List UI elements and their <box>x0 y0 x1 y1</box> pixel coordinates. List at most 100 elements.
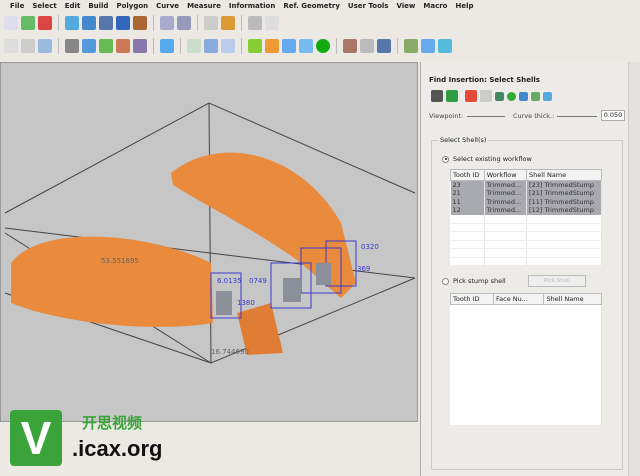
viewpoint-slider[interactable] <box>467 116 505 117</box>
import-icon[interactable] <box>21 16 35 30</box>
separator <box>58 15 59 31</box>
tooth-icon[interactable] <box>343 39 357 53</box>
print-icon[interactable] <box>177 16 191 30</box>
menu-ref-geometry[interactable]: Ref. Geometry <box>283 2 340 11</box>
grid-icon[interactable] <box>377 39 391 53</box>
menu-user-tools[interactable]: User Tools <box>348 2 389 11</box>
menu-edit[interactable]: Edit <box>65 2 81 11</box>
radio-dot <box>442 277 449 285</box>
settings-icon[interactable] <box>543 91 552 101</box>
menu-curve[interactable]: Curve <box>156 2 179 11</box>
undo-icon[interactable] <box>480 90 492 102</box>
table-cell: [21] TrimmedStump <box>526 189 602 198</box>
menu-information[interactable]: Information <box>229 2 275 11</box>
light2-icon[interactable] <box>133 39 147 53</box>
table-cell: [12] TrimmedStump <box>526 206 602 215</box>
undo-icon[interactable] <box>204 16 218 30</box>
table-row[interactable]: 23 Trimmed... [23] TrimmedStump <box>450 180 602 189</box>
column-header[interactable]: Tooth ID <box>450 293 494 305</box>
report-icon[interactable] <box>133 16 147 30</box>
menu-file[interactable]: File <box>10 2 24 11</box>
panel-scrollbar[interactable] <box>628 62 640 476</box>
3d-viewport[interactable]: 53.551695 16.744690 6.0135 0749 1380 032… <box>0 62 418 422</box>
radio-label: Select existing workflow <box>453 155 532 163</box>
sphere-icon[interactable] <box>316 39 330 53</box>
table-cell: Trimmed... <box>484 197 528 206</box>
empty-row <box>450 231 602 241</box>
menu-view[interactable]: View <box>396 2 415 11</box>
scene <box>4 102 416 364</box>
curve-thickness-slider[interactable] <box>557 116 597 117</box>
shell-icon[interactable] <box>519 91 528 101</box>
toolbar-view <box>4 38 452 54</box>
menu-polygon[interactable]: Polygon <box>116 2 148 11</box>
menu-measure[interactable]: Measure <box>187 2 221 11</box>
menu-macro[interactable]: Macro <box>423 2 447 11</box>
refresh-icon[interactable] <box>507 91 516 101</box>
column-header[interactable]: Shell Name <box>543 293 602 305</box>
pointer-icon[interactable] <box>265 16 279 30</box>
column-header[interactable]: Workflow <box>483 169 528 181</box>
next-arrow-icon[interactable] <box>446 90 458 102</box>
cloud-shell-icon[interactable] <box>299 39 313 53</box>
blue-shell-icon[interactable] <box>282 39 296 53</box>
menu-bar: File Select Edit Build Polygon Curve Measure In… <box>0 0 640 13</box>
redo-icon[interactable] <box>221 16 235 30</box>
export-icon[interactable] <box>82 16 96 30</box>
menu-help[interactable]: Help <box>455 2 473 11</box>
menu-build[interactable]: Build <box>88 2 108 11</box>
new-file-icon[interactable] <box>4 16 18 30</box>
select-cursor-icon[interactable] <box>248 16 262 30</box>
table-row[interactable]: 12 Trimmed... [12] TrimmedStump <box>450 206 602 215</box>
separator <box>153 38 154 54</box>
select-shells-group: Select Shell(s) Select existing workflow… <box>431 136 623 470</box>
stop-icon[interactable] <box>465 90 477 102</box>
axis-icon[interactable] <box>360 39 374 53</box>
green-shell-icon[interactable] <box>248 39 262 53</box>
back-arrow-icon[interactable] <box>431 90 443 102</box>
workflow-table: Tooth ID Workflow Shell Name 23 Trimmed..… <box>450 169 602 266</box>
measurement-label: 0320 <box>361 243 379 251</box>
panel-toolbar <box>431 90 552 102</box>
zoom-icon[interactable] <box>4 39 18 53</box>
table-cell: 11 <box>450 197 485 206</box>
gem-icon[interactable] <box>438 39 452 53</box>
table-row[interactable]: 21 Trimmed... [21] TrimmedStump <box>450 189 602 198</box>
view-icon[interactable] <box>495 91 504 101</box>
toolbar-main <box>4 15 279 31</box>
stump-table: Tooth ID Face Nu... Shell Name <box>450 293 602 425</box>
mesh-icon[interactable] <box>204 39 218 53</box>
menu-select[interactable]: Select <box>32 2 56 11</box>
pick-shell-button[interactable]: Pick Shell <box>528 275 586 287</box>
radio-select-existing[interactable]: Select existing workflow <box>442 155 532 163</box>
separator <box>336 38 337 54</box>
cloud-icon[interactable] <box>421 39 435 53</box>
open-icon[interactable] <box>65 16 79 30</box>
column-header[interactable]: Tooth ID <box>450 169 485 181</box>
fit-view-icon[interactable] <box>38 39 52 53</box>
radio-pick-stump[interactable]: Pick stump shell <box>442 277 506 285</box>
table-row[interactable]: 11 Trimmed... [11] TrimmedStump <box>450 197 602 206</box>
multi-view-icon[interactable] <box>82 39 96 53</box>
orange-shell-icon[interactable] <box>265 39 279 53</box>
empty-row <box>450 248 602 258</box>
zoom-region-icon[interactable] <box>21 39 35 53</box>
preview-icon[interactable] <box>160 16 174 30</box>
points-icon[interactable] <box>187 39 201 53</box>
shaded-icon[interactable] <box>160 39 174 53</box>
send-icon[interactable] <box>116 16 130 30</box>
window-icon[interactable] <box>221 39 235 53</box>
tooth-icon[interactable] <box>531 91 540 101</box>
separator <box>180 38 181 54</box>
watermark-url: .icax.org <box>72 436 163 461</box>
column-header[interactable]: Shell Name <box>526 169 602 181</box>
properties-icon[interactable] <box>99 16 113 30</box>
empty-row <box>450 214 602 224</box>
curve-thickness-input[interactable]: 0.050 <box>601 110 625 121</box>
view-cube-icon[interactable] <box>65 39 79 53</box>
save-icon[interactable] <box>38 16 52 30</box>
rotate-icon[interactable] <box>99 39 113 53</box>
texture-icon[interactable] <box>404 39 418 53</box>
light-icon[interactable] <box>116 39 130 53</box>
column-header[interactable]: Face Nu... <box>492 293 545 305</box>
